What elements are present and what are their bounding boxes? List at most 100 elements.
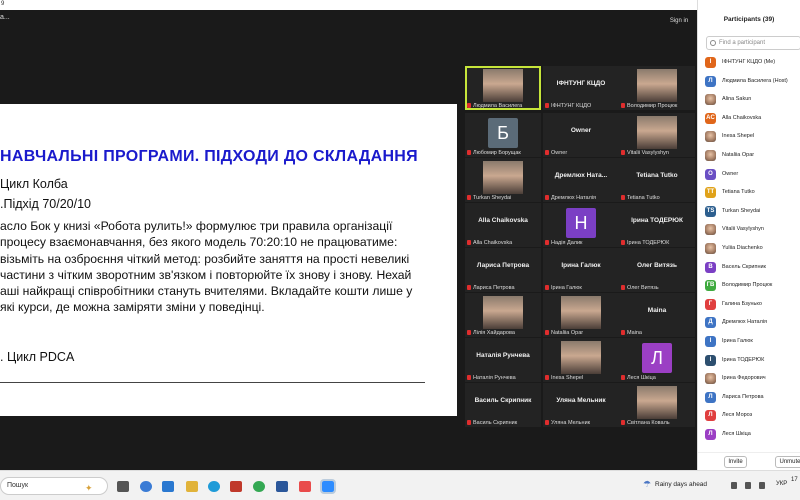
participant-name: Vitalii Vasylyshyn bbox=[722, 226, 764, 233]
participant-avatar: Л bbox=[705, 428, 716, 440]
tile-name-text: Уляна Мельник bbox=[551, 420, 591, 426]
video-tile[interactable]: Олег Витязь Олег Витязь bbox=[619, 248, 695, 292]
participant-item[interactable]: І Ірина Галюк bbox=[704, 333, 800, 352]
participant-item[interactable]: AC Alla Chaikovska bbox=[704, 110, 800, 129]
participant-item[interactable]: Nataliia Opar bbox=[704, 147, 800, 166]
weather-text[interactable]: Rainy days ahead bbox=[655, 481, 707, 488]
slide-divider bbox=[0, 382, 425, 383]
video-tile[interactable]: Vitalii Vasylyshyn bbox=[619, 113, 695, 157]
participant-item[interactable]: Л Леся Шкіца bbox=[704, 426, 800, 445]
video-tile[interactable]: Василь Скрипник Василь Скрипник bbox=[465, 383, 541, 427]
video-tile[interactable]: Maina Maina bbox=[619, 293, 695, 337]
store-app-icon[interactable] bbox=[162, 481, 174, 492]
participant-item[interactable]: Vitalii Vasylyshyn bbox=[704, 221, 800, 240]
volume-icon[interactable] bbox=[759, 482, 765, 489]
video-tile[interactable]: Людмила Василега bbox=[465, 66, 541, 110]
participant-item[interactable]: Inesa Shepel bbox=[704, 128, 800, 147]
participant-video bbox=[637, 69, 677, 102]
tile-name-label: Дремлюх Наталія bbox=[545, 195, 596, 201]
participant-item[interactable]: В Васель Скрипник bbox=[704, 259, 800, 278]
unmute-button[interactable]: Unmute bbox=[775, 456, 800, 468]
video-tile[interactable]: Ірина ТОДЕРЮК Ірина ТОДЕРЮК bbox=[619, 203, 695, 247]
video-tile[interactable]: Ірина Галюк Ірина Галюк bbox=[543, 248, 619, 292]
weather-icon: ☂ bbox=[643, 479, 652, 489]
taskbar-search[interactable]: Пошук ✦ bbox=[0, 477, 108, 495]
participant-avatar: І bbox=[705, 335, 716, 347]
video-tile[interactable]: Tetiana Tutko Tetiana Tutko bbox=[619, 158, 695, 202]
video-tile[interactable]: Б Любомир Борущак bbox=[465, 113, 541, 157]
participant-item[interactable]: Yuliia Diachenko bbox=[704, 240, 800, 259]
participant-item[interactable]: TS Turkan Sheydai bbox=[704, 203, 800, 222]
participant-avatar: Л bbox=[642, 343, 672, 373]
video-tile[interactable]: Уляна Мельник Уляна Мельник bbox=[543, 383, 619, 427]
participant-name: Ірина Галюк bbox=[722, 337, 753, 344]
participant-name: Tetiana Tutko bbox=[722, 189, 755, 196]
participant-item[interactable]: Ірина Федорович bbox=[704, 370, 800, 389]
muted-mic-icon bbox=[467, 195, 471, 200]
network-icon[interactable] bbox=[745, 482, 751, 489]
video-tile[interactable]: Н Надія Далик bbox=[543, 203, 619, 247]
file-explorer-icon[interactable] bbox=[186, 481, 198, 492]
muted-mic-icon bbox=[545, 420, 549, 425]
zoom-app-icon[interactable] bbox=[320, 479, 336, 494]
participant-name: Inesa Shepel bbox=[722, 133, 755, 140]
participant-item[interactable]: Л Леся Мороз bbox=[704, 407, 800, 426]
participant-item[interactable]: І Ірина ТОДЕРЮК bbox=[704, 352, 800, 371]
video-tile[interactable]: Світлана Коваль bbox=[619, 383, 695, 427]
participant-search-input[interactable]: Find a participant bbox=[706, 36, 800, 50]
task-view-icon[interactable] bbox=[117, 481, 129, 492]
participant-name: Леся Шкіца bbox=[722, 430, 751, 437]
input-language[interactable]: УКР bbox=[776, 481, 787, 487]
sign-in-button[interactable]: Sign in bbox=[664, 15, 694, 27]
participant-video bbox=[637, 116, 677, 149]
video-tile[interactable]: Лариса Петрова Лариса Петрова bbox=[465, 248, 541, 292]
video-tile[interactable]: Turkan Sheydai bbox=[465, 158, 541, 202]
participant-name: Лариса Петрова bbox=[722, 393, 764, 400]
participant-item[interactable]: TT Tetiana Tutko bbox=[704, 184, 800, 203]
browser-app-icon[interactable] bbox=[253, 481, 265, 492]
video-tile[interactable]: Nataliia Opar bbox=[543, 293, 619, 337]
shared-slide: НАВЧАЛЬНІ ПРОГРАМИ. ПІДХОДИ ДО СКЛАДАННЯ… bbox=[0, 104, 457, 416]
participant-item[interactable]: Л Лариса Петрова bbox=[704, 389, 800, 408]
search-icon bbox=[710, 40, 716, 46]
video-tile[interactable]: Inesa Shepel bbox=[543, 338, 619, 382]
video-tile[interactable]: Володимир Процюк bbox=[619, 66, 695, 110]
participant-item[interactable]: Alina Sakun bbox=[704, 91, 800, 110]
tile-name-label: Лілія Хайдарова bbox=[467, 330, 515, 336]
mail-app-icon[interactable] bbox=[230, 481, 242, 492]
video-tile[interactable]: Дремлюх Ната... Дремлюх Наталія bbox=[543, 158, 619, 202]
participant-avatar: ГВ bbox=[705, 280, 716, 292]
tile-name-label: Людмила Василега bbox=[467, 103, 522, 109]
chrome-app-icon[interactable] bbox=[140, 481, 152, 492]
participant-avatar: Л bbox=[705, 75, 716, 87]
video-tile[interactable]: Лілія Хайдарова bbox=[465, 293, 541, 337]
video-tile[interactable]: ІФНТУНГ КЦДО ІФНТУНГ КЦДО bbox=[543, 66, 619, 110]
participant-avatar: O bbox=[705, 168, 716, 180]
participant-item[interactable]: Л Людмила Василега (Host) bbox=[704, 73, 800, 92]
invite-button[interactable]: Invite bbox=[724, 456, 747, 468]
participant-item[interactable]: Г Галина Бзунько bbox=[704, 296, 800, 315]
edge-browser-icon[interactable] bbox=[208, 481, 220, 492]
clock[interactable]: 17 bbox=[791, 477, 798, 483]
participant-item[interactable]: Д Дремлюх Наталія bbox=[704, 314, 800, 333]
participant-display-name: Уляна Мельник bbox=[556, 397, 606, 404]
video-tile[interactable]: Alla Chaikovska Alla Chaikovska bbox=[465, 203, 541, 247]
participant-item[interactable]: І ІФНТУНГ КЦДО (Me) bbox=[704, 54, 800, 73]
tile-name-text: Наталія Рунчева bbox=[473, 375, 516, 381]
wps-app-icon[interactable] bbox=[299, 481, 311, 492]
view-menu[interactable]: a... bbox=[0, 14, 10, 21]
participant-avatar bbox=[705, 149, 716, 161]
participant-display-name: Василь Скрипник bbox=[474, 397, 532, 404]
tray-chevron-icon[interactable] bbox=[731, 482, 737, 489]
word-app-icon[interactable] bbox=[276, 481, 288, 492]
participant-avatar: TS bbox=[705, 205, 716, 217]
participant-item[interactable]: ГВ Володимир Процюк bbox=[704, 277, 800, 296]
video-tile[interactable]: Л Леся Шкіца bbox=[619, 338, 695, 382]
video-tile[interactable]: Наталія Рунчева Наталія Рунчева bbox=[465, 338, 541, 382]
participant-list: І ІФНТУНГ КЦДО (Me) Л Людмила Василега (Hos… bbox=[704, 54, 800, 444]
muted-mic-icon bbox=[467, 150, 471, 155]
participant-name: Ірина Федорович bbox=[722, 375, 766, 382]
video-tile[interactable]: Owner Owner bbox=[543, 113, 619, 157]
tile-name-label: Alla Chaikovska bbox=[467, 240, 512, 246]
participant-item[interactable]: O Owner bbox=[704, 166, 800, 185]
